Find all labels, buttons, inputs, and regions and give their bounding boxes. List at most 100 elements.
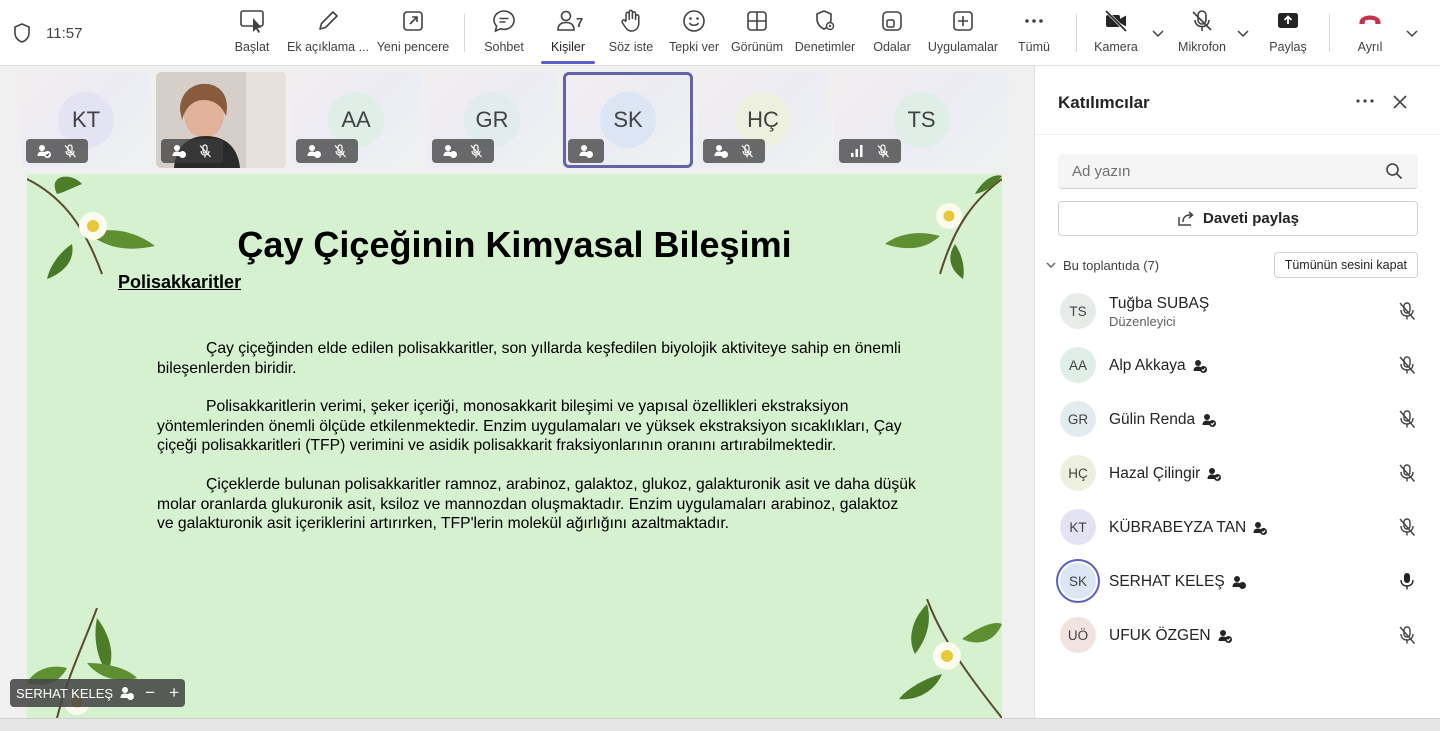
leave-button[interactable]: Ayrıl: [1330, 8, 1410, 54]
verified-user-icon: [443, 145, 457, 158]
participant-row[interactable]: UÖ UFUK ÖZGEN: [1035, 608, 1440, 662]
raise-hand-label: Söz iste: [608, 40, 654, 54]
participant-tile[interactable]: KT: [21, 72, 151, 168]
chat-icon: [493, 10, 515, 33]
participant-name: Alp Akkaya: [1109, 357, 1208, 375]
avatar: GR: [1060, 401, 1096, 437]
tile-status-badges: [568, 139, 604, 163]
share-tray-icon: [1278, 13, 1298, 28]
apps-button[interactable]: Uygulamalar: [923, 8, 1003, 54]
participant-tile-video[interactable]: [156, 72, 286, 168]
participant-tile[interactable]: TS: [834, 72, 1009, 168]
slide-title: Çay Çiçeğinin Kimyasal Bileşimi: [237, 224, 792, 265]
shield-gear-icon: [816, 10, 835, 31]
mic-label: Mikrofon: [1178, 40, 1226, 54]
share-icon: [1178, 210, 1194, 226]
participant-row[interactable]: AA Alp Akkaya: [1035, 338, 1440, 392]
participant-tile-selected[interactable]: SK: [563, 72, 693, 168]
presenter-name-pill: SERHAT KELEŞ − +: [10, 679, 185, 707]
meeting-timer: 11:57: [46, 24, 83, 42]
more-button[interactable]: Tümü: [994, 8, 1074, 54]
participant-name-text: KÜBRABEYZA TAN: [1109, 519, 1247, 536]
tile-status-badges: [161, 139, 223, 163]
mic-off-icon: [64, 144, 76, 158]
signal-bars-icon: [851, 145, 863, 157]
leave-options-chevron-icon[interactable]: [1405, 26, 1419, 40]
verified-user-icon: [37, 145, 51, 158]
participant-name: Tuğba SUBAŞ: [1109, 295, 1209, 313]
search-icon[interactable]: [1385, 162, 1403, 180]
apps-label: Uygulamalar: [927, 40, 999, 54]
verified-user-icon: [172, 145, 186, 158]
verified-user-icon: [120, 687, 135, 700]
camera-off-icon: [1104, 9, 1128, 33]
shield-icon: [14, 23, 30, 43]
verified-user-icon: [1193, 360, 1207, 373]
slide-paragraph: Polisakkaritlerin verimi, şeker içeriği,…: [157, 398, 902, 455]
participant-name: SERHAT KELEŞ: [1109, 573, 1247, 591]
participants-panel: Katılımcılar Daveti paylaş Bu toplantıda…: [1034, 66, 1440, 731]
zoom-in-button[interactable]: +: [165, 683, 183, 703]
slide-subtitle: Polisakkaritler: [118, 272, 242, 292]
mic-on-icon: [1400, 573, 1414, 590]
mic-off-icon: [1399, 410, 1416, 428]
new-window-button[interactable]: Yeni pencere: [373, 8, 453, 54]
search-input[interactable]: [1058, 154, 1378, 188]
panel-title: Katılımcılar: [1058, 93, 1150, 112]
participant-row[interactable]: KT KÜBRABEYZA TAN: [1035, 500, 1440, 554]
in-meeting-section[interactable]: Bu toplantıda (7) Tümünün sesini kapat: [1045, 252, 1429, 278]
controls-label: Denetimler: [794, 40, 856, 54]
share-invite-button[interactable]: Daveti paylaş: [1058, 201, 1418, 236]
more-options-icon[interactable]: [1353, 93, 1377, 109]
participant-row[interactable]: GR Gülin Renda: [1035, 392, 1440, 446]
camera-label: Kamera: [1094, 40, 1138, 54]
verified-user-icon: [1253, 522, 1268, 535]
meeting-stage: KT AA GR SK HÇ TS Çay Çiçeğinin Kimyasal…: [0, 66, 1034, 731]
camera-button[interactable]: Kamera: [1076, 8, 1156, 54]
more-label: Tümü: [1018, 40, 1050, 54]
participant-row[interactable]: HÇ Hazal Çilingir: [1035, 446, 1440, 500]
add-app-icon: [953, 11, 973, 31]
grid-icon: [747, 11, 767, 31]
new-window-label: Yeni pencere: [376, 40, 450, 54]
meeting-info: 11:57: [12, 22, 82, 44]
share-invite-label: Daveti paylaş: [1203, 210, 1299, 227]
mute-all-button[interactable]: Tümünün sesini kapat: [1273, 252, 1418, 278]
screen-pointer-icon: [240, 10, 264, 33]
participant-tile[interactable]: AA: [291, 72, 421, 168]
mic-off-icon: [1399, 356, 1416, 374]
participant-row[interactable]: TS Tuğba SUBAŞ Düzenleyici: [1035, 284, 1440, 338]
mic-off-icon: [470, 144, 482, 158]
avatar: SK: [600, 92, 656, 148]
tea-flower-decoration: [899, 599, 1002, 718]
participant-tile[interactable]: HÇ: [698, 72, 828, 168]
mic-off-icon: [199, 144, 211, 158]
mic-button[interactable]: Mikrofon: [1162, 8, 1242, 54]
shared-slide: Çay Çiçeğinin Kimyasal Bileşimi Polisakk…: [27, 174, 1002, 718]
rooms-button[interactable]: Odalar: [852, 8, 932, 54]
share-button[interactable]: Paylaş: [1248, 8, 1328, 54]
tile-status-badges: [839, 139, 901, 163]
participant-name-text: Tuğba SUBAŞ: [1109, 295, 1210, 312]
more-icon: [1025, 19, 1043, 23]
leave-label: Ayrıl: [1357, 40, 1383, 54]
start-button[interactable]: Başlat: [212, 8, 292, 54]
avatar: UÖ: [1060, 617, 1096, 653]
people-count-badge: 7: [576, 15, 584, 30]
annotation-button[interactable]: Ek açıklama ...: [287, 8, 369, 54]
participant-row[interactable]: SK SERHAT KELEŞ: [1035, 554, 1440, 608]
verified-user-icon: [714, 145, 728, 158]
verified-user-icon: [1232, 576, 1246, 589]
participant-name-text: Gülin Renda: [1109, 411, 1196, 428]
start-label: Başlat: [234, 40, 270, 54]
avatar: TS: [1060, 293, 1096, 329]
annotation-label: Ek açıklama ...: [287, 40, 369, 54]
view-label: Görünüm: [730, 40, 784, 54]
phone-hangup-icon: [1359, 15, 1381, 24]
zoom-out-button[interactable]: −: [141, 683, 159, 703]
verified-user-icon: [1202, 414, 1217, 427]
chevron-down-icon[interactable]: [1045, 259, 1057, 271]
participant-tile[interactable]: GR: [427, 72, 557, 168]
close-icon[interactable]: [1391, 93, 1409, 111]
popout-icon: [403, 11, 423, 31]
